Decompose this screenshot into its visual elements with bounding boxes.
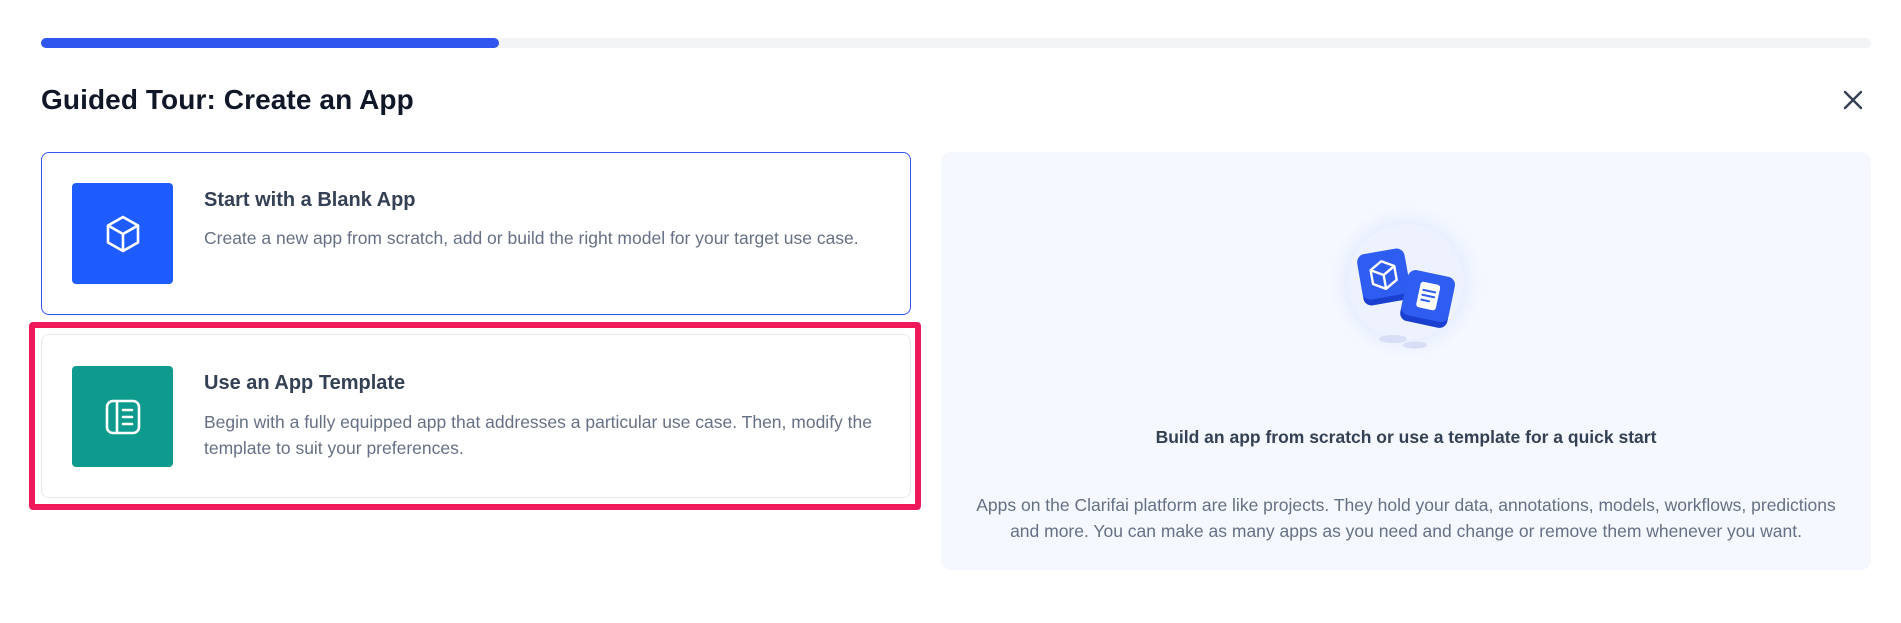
tour-progress-bar: [41, 38, 1871, 48]
info-panel: Build an app from scratch or use a templ…: [941, 152, 1871, 570]
template-icon-tile: [72, 366, 173, 467]
cube-icon: [106, 215, 139, 252]
info-body: Apps on the Clarifai platform are like p…: [976, 495, 1836, 541]
page-title: Guided Tour: Create an App: [41, 84, 414, 115]
app-template-description: Begin with a fully equipped app that add…: [204, 412, 872, 458]
app-template-title: Use an App Template: [204, 372, 406, 394]
close-icon[interactable]: [1842, 89, 1864, 111]
close-button[interactable]: [1835, 82, 1871, 118]
apps-illustration: [1324, 200, 1488, 364]
blank-app-title: Start with a Blank App: [204, 189, 416, 211]
tour-progress-fill: [41, 38, 499, 48]
info-heading: Build an app from scratch or use a templ…: [1155, 427, 1657, 447]
blank-app-icon-tile: [72, 183, 173, 284]
blank-app-description: Create a new app from scratch, add or bu…: [204, 228, 859, 248]
app-template-option[interactable]: Use an App Template Begin with a fully e…: [41, 334, 911, 498]
blank-app-option[interactable]: Start with a Blank App Create a new app …: [41, 152, 911, 315]
template-layout-icon: [105, 399, 140, 434]
